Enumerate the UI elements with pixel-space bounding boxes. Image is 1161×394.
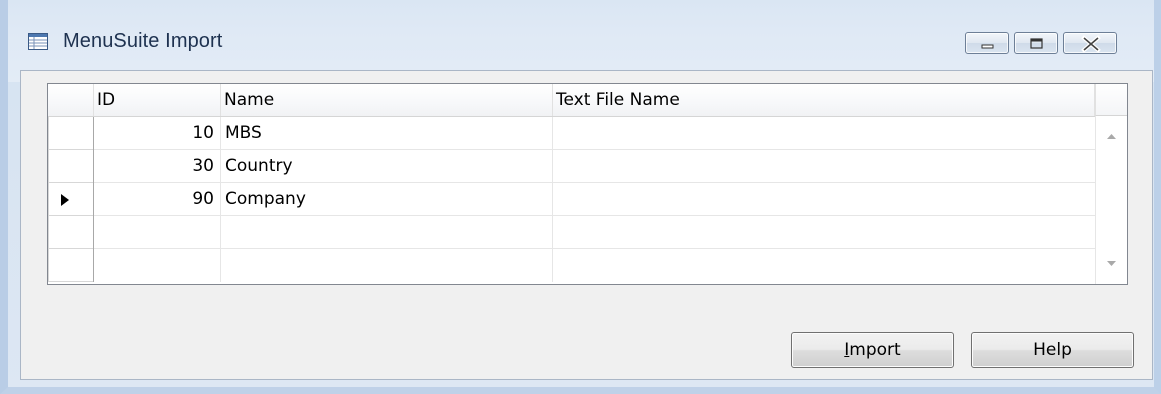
cell-id[interactable]: 10 <box>94 117 221 150</box>
cell-name[interactable]: Country <box>221 150 553 183</box>
minimize-button[interactable] <box>965 32 1009 54</box>
row-selector[interactable] <box>48 150 94 183</box>
cell-name[interactable]: MBS <box>221 117 553 150</box>
table-header: ID Name Text File Name <box>48 84 1095 117</box>
vertical-scrollbar[interactable] <box>1095 116 1127 284</box>
cell-id[interactable]: 90 <box>94 183 221 216</box>
cell-text-file-name[interactable] <box>553 117 1095 150</box>
cell-name[interactable] <box>221 249 553 282</box>
maximize-icon <box>1030 38 1043 49</box>
scroll-up-arrow-icon[interactable] <box>1096 124 1127 148</box>
column-header-id[interactable]: ID <box>94 84 221 116</box>
cell-text-file-name[interactable] <box>553 183 1095 216</box>
scroll-down-arrow-icon[interactable] <box>1096 252 1127 276</box>
header-corner <box>1095 84 1127 116</box>
cell-id[interactable]: 30 <box>94 150 221 183</box>
table-row[interactable]: 30 Country <box>48 150 1095 183</box>
table-row-current[interactable]: 90 Company <box>48 183 1095 216</box>
cell-text-file-name[interactable] <box>553 216 1095 249</box>
column-header-name[interactable]: Name <box>221 84 553 116</box>
row-selector[interactable] <box>48 216 94 249</box>
close-button[interactable] <box>1063 32 1117 54</box>
column-header-selector[interactable] <box>48 84 94 116</box>
table-row[interactable] <box>48 216 1095 249</box>
table-row[interactable] <box>48 249 1095 282</box>
cell-name[interactable]: Company <box>221 183 553 216</box>
minimize-icon <box>981 44 994 49</box>
import-label: mport <box>849 340 901 360</box>
close-icon <box>1081 35 1101 53</box>
cell-text-file-name[interactable] <box>553 249 1095 282</box>
row-selector[interactable] <box>48 183 94 216</box>
form-body: ID Name Text File Name 10 MBS 30 Country <box>20 70 1153 380</box>
menusuite-import-window: MenuSuite Import ID Name Text File Name … <box>0 0 1161 394</box>
import-button[interactable]: Import <box>791 332 954 368</box>
table-form-icon <box>28 33 48 50</box>
column-header-text-file-name[interactable]: Text File Name <box>553 84 1095 116</box>
cell-id[interactable] <box>94 216 221 249</box>
table-row[interactable]: 10 MBS <box>48 117 1095 150</box>
maximize-button[interactable] <box>1014 32 1058 54</box>
menusuite-table: ID Name Text File Name 10 MBS 30 Country <box>47 83 1128 285</box>
cell-id[interactable] <box>94 249 221 282</box>
window-title: MenuSuite Import <box>63 30 223 52</box>
row-selector[interactable] <box>48 117 94 150</box>
table-body: 10 MBS 30 Country 90 Company <box>48 117 1095 282</box>
help-button[interactable]: Help <box>971 332 1134 368</box>
cell-text-file-name[interactable] <box>553 150 1095 183</box>
row-selector[interactable] <box>48 249 94 282</box>
cell-name[interactable] <box>221 216 553 249</box>
row-pointer-icon <box>61 194 69 206</box>
